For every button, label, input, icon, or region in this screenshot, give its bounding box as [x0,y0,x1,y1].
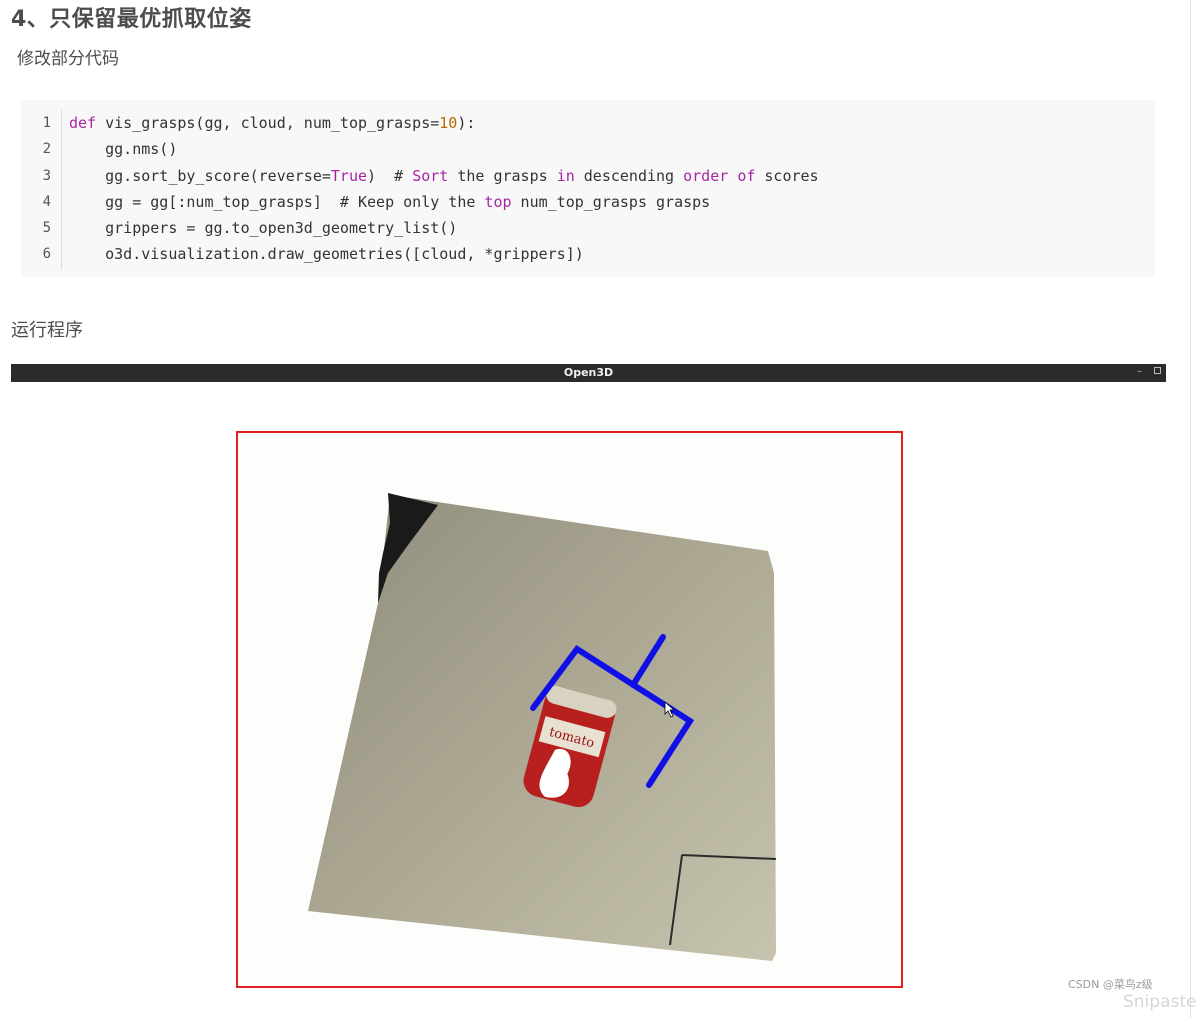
code-line: o3d.visualization.draw_geometries([cloud… [69,245,584,264]
minimize-icon[interactable]: – [1137,364,1142,380]
code-line: def vis_grasps(gg, cloud, num_top_grasps… [69,114,476,132]
snipaste-watermark: Snipaste [1123,992,1197,1012]
code-line: gg.sort_by_score(reverse=True) # Sort th… [69,166,819,185]
code-line: gg.nms() [69,140,178,159]
line-number-gutter: 1 2 3 4 5 6 [21,110,62,270]
line-number: 3 [42,167,51,184]
line-number: 1 [42,115,51,131]
code-block: 1 2 3 4 5 6 def vis_grasps(gg, cloud, nu… [21,100,1155,277]
section-heading: 4、只保留最优抓取位姿 [11,7,252,32]
open3d-viewer-canvas[interactable]: tomato [236,431,903,988]
line-number: 4 [42,193,51,210]
line-number: 5 [42,220,51,237]
intro-paragraph: 修改部分代码 [17,49,119,69]
maximize-icon[interactable] [1154,367,1161,374]
run-label: 运行程序 [11,320,83,341]
point-cloud-render: tomato [308,493,777,961]
line-number: 6 [42,246,51,263]
open3d-title-bar[interactable]: Open3D – [11,364,1166,382]
page-right-border [1190,0,1191,1018]
code-line: gg = gg[:num_top_grasps] # Keep only the… [69,192,711,211]
window-title: Open3D [563,366,614,379]
code-line: grippers = gg.to_open3d_geometry_list() [69,219,458,238]
csdn-watermark: CSDN @菜鸟z级 [1068,978,1153,991]
line-number: 2 [42,141,51,158]
code-lines: def vis_grasps(gg, cloud, num_top_grasps… [69,110,819,268]
